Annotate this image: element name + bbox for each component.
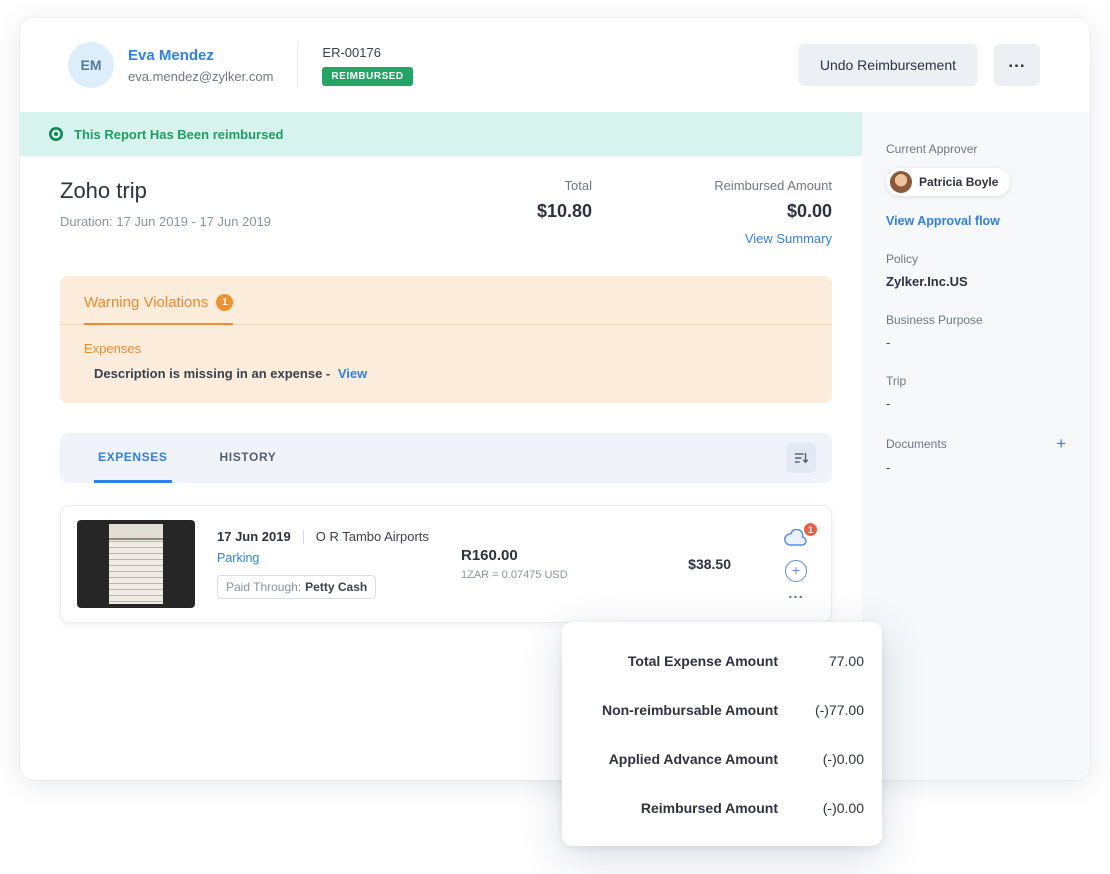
violation-view-link[interactable]: View xyxy=(338,366,367,381)
warning-violations-box: Warning Violations 1 Expenses Descriptio… xyxy=(60,276,832,403)
summary-row: Reimbursed Amount (-)0.00 xyxy=(580,783,864,832)
expense-more-button[interactable]: ... xyxy=(788,589,804,599)
add-document-button[interactable]: + xyxy=(1056,435,1066,452)
warning-violations-tab[interactable]: Warning Violations 1 xyxy=(84,294,233,325)
warning-violations-count-badge: 1 xyxy=(216,294,233,311)
violation-message: Description is missing in an expense - xyxy=(94,366,330,381)
user-block: Eva Mendez eva.mendez@zylker.com xyxy=(128,47,273,84)
report-header: EM Eva Mendez eva.mendez@zylker.com ER-0… xyxy=(20,18,1090,112)
expense-row[interactable]: 17 Jun 2019 O R Tambo Airports Parking P… xyxy=(60,505,832,623)
summary-row-label: Applied Advance Amount xyxy=(580,751,778,767)
reimbursed-value: $0.00 xyxy=(592,201,832,222)
paid-through-value: Petty Cash xyxy=(305,580,367,594)
expense-date: 17 Jun 2019 xyxy=(217,529,291,544)
expense-converted-amount: $38.50 xyxy=(621,556,731,572)
expense-info: 17 Jun 2019 O R Tambo Airports Parking P… xyxy=(217,529,461,599)
amount-blocks: Total $10.80 Reimbursed Amount $0.00 Vie… xyxy=(522,178,832,246)
documents-row: Documents + xyxy=(886,435,1066,452)
trip-label: Trip xyxy=(886,374,1066,388)
expense-amount-block: R160.00 1ZAR = 0.07475 USD xyxy=(461,547,621,581)
attachment-count-badge: 1 xyxy=(803,522,818,537)
date-merchant-divider xyxy=(303,530,304,544)
total-block: Total $10.80 xyxy=(522,178,592,246)
reimbursed-banner-text: This Report Has Been reimbursed xyxy=(74,127,284,142)
violation-message-row: Description is missing in an expense - V… xyxy=(84,366,808,381)
trip-section: Trip - xyxy=(886,374,1066,411)
reimbursed-block: Reimbursed Amount $0.00 View Summary xyxy=(592,178,832,246)
add-to-expense-button[interactable]: + xyxy=(785,560,807,582)
expense-exchange-rate: 1ZAR = 0.07475 USD xyxy=(461,569,621,581)
approver-pill[interactable]: Patricia Boyle xyxy=(886,168,1010,196)
main-content: Zoho trip Duration: 17 Jun 2019 - 17 Jun… xyxy=(20,156,862,623)
tab-history[interactable]: HISTORY xyxy=(216,433,281,483)
user-avatar: EM xyxy=(68,42,114,88)
policy-label: Policy xyxy=(886,252,1066,266)
approver-avatar xyxy=(890,171,912,193)
undo-reimbursement-button[interactable]: Undo Reimbursement xyxy=(798,44,978,86)
summary-row: Total Expense Amount 77.00 xyxy=(580,636,864,685)
tabs-bar: EXPENSES HISTORY xyxy=(60,433,832,483)
violation-section-label: Expenses xyxy=(84,341,808,356)
total-label: Total xyxy=(522,178,592,193)
view-summary-link[interactable]: View Summary xyxy=(592,231,832,246)
header-divider xyxy=(297,42,298,88)
approver-name: Patricia Boyle xyxy=(919,175,998,189)
documents-value: - xyxy=(886,460,1066,475)
expense-original-amount: R160.00 xyxy=(461,547,621,564)
header-more-button[interactable]: ... xyxy=(994,44,1040,86)
expense-category-link[interactable]: Parking xyxy=(217,551,461,565)
attachment-cloud-button[interactable]: 1 xyxy=(783,529,809,553)
documents-label: Documents xyxy=(886,437,947,451)
summary-row: Non-reimbursable Amount (-)77.00 xyxy=(580,685,864,734)
report-detail-card: EM Eva Mendez eva.mendez@zylker.com ER-0… xyxy=(20,18,1090,780)
paid-through-label: Paid Through: xyxy=(226,580,301,594)
summary-row-label: Non-reimbursable Amount xyxy=(580,702,778,718)
reimbursed-banner: This Report Has Been reimbursed xyxy=(20,112,862,156)
report-title-block: Zoho trip Duration: 17 Jun 2019 - 17 Jun… xyxy=(60,178,271,246)
summary-row-value: (-)77.00 xyxy=(786,702,864,718)
report-summary-row: Zoho trip Duration: 17 Jun 2019 - 17 Jun… xyxy=(60,178,832,246)
summary-row-value: (-)0.00 xyxy=(786,751,864,767)
details-sidebar: Current Approver Patricia Boyle View App… xyxy=(862,112,1090,780)
reimbursed-target-icon xyxy=(48,126,64,142)
summary-popup: Total Expense Amount 77.00 Non-reimbursa… xyxy=(562,622,882,846)
warning-violations-header: Warning Violations 1 xyxy=(60,276,832,325)
report-duration: Duration: 17 Jun 2019 - 17 Jun 2019 xyxy=(60,214,271,229)
sort-button[interactable] xyxy=(786,443,816,473)
report-id-block: ER-00176 REIMBURSED xyxy=(322,45,412,86)
user-email: eva.mendez@zylker.com xyxy=(128,69,273,84)
current-approver-label: Current Approver xyxy=(886,142,1066,156)
warning-violations-title: Warning Violations xyxy=(84,294,208,311)
expense-date-merchant-row: 17 Jun 2019 O R Tambo Airports xyxy=(217,529,461,544)
summary-row-label: Total Expense Amount xyxy=(580,653,778,669)
warning-violations-body: Expenses Description is missing in an ex… xyxy=(60,325,832,403)
receipt-thumbnail[interactable] xyxy=(77,520,195,608)
reimbursed-label: Reimbursed Amount xyxy=(592,178,832,193)
total-value: $10.80 xyxy=(522,201,592,222)
expense-merchant: O R Tambo Airports xyxy=(316,529,429,544)
summary-row: Applied Advance Amount (-)0.00 xyxy=(580,734,864,783)
user-name[interactable]: Eva Mendez xyxy=(128,47,273,64)
sort-icon xyxy=(793,450,809,466)
trip-value: - xyxy=(886,396,1066,411)
paid-through-chip: Paid Through: Petty Cash xyxy=(217,575,376,599)
report-title: Zoho trip xyxy=(60,178,271,204)
view-approval-flow-link[interactable]: View Approval flow xyxy=(886,214,1066,228)
status-badge: REIMBURSED xyxy=(322,67,412,86)
summary-row-value: (-)0.00 xyxy=(786,800,864,816)
business-purpose-value: - xyxy=(886,335,1066,350)
business-purpose-label: Business Purpose xyxy=(886,313,1066,327)
report-id: ER-00176 xyxy=(322,45,412,60)
tab-expenses[interactable]: EXPENSES xyxy=(94,433,172,483)
business-purpose-section: Business Purpose - xyxy=(886,313,1066,350)
documents-section: Documents + - xyxy=(886,435,1066,475)
policy-value: Zylker.Inc.US xyxy=(886,274,1066,289)
policy-section: Policy Zylker.Inc.US xyxy=(886,252,1066,289)
summary-row-label: Reimbursed Amount xyxy=(580,800,778,816)
expense-actions: 1 + ... xyxy=(783,529,809,599)
summary-row-value: 77.00 xyxy=(786,653,864,669)
